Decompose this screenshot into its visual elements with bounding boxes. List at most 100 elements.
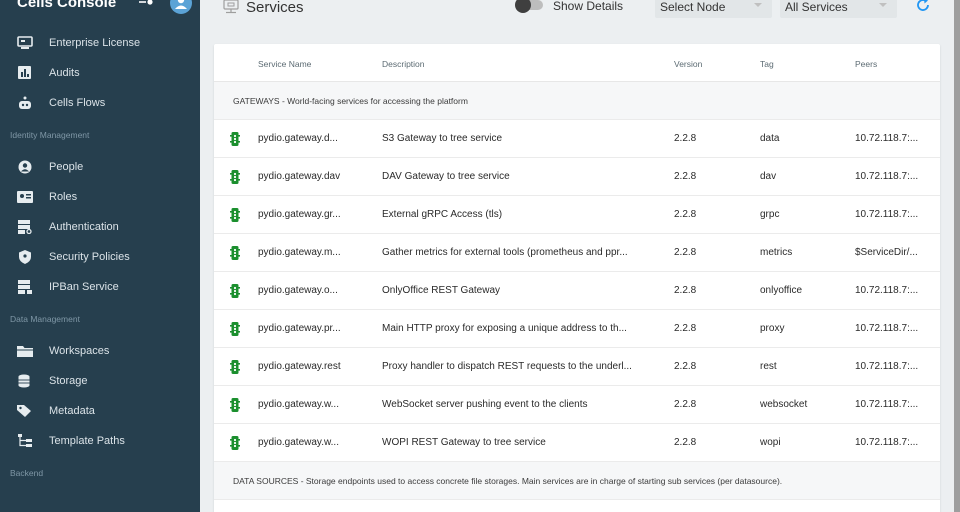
col-tag[interactable]: Tag xyxy=(760,59,774,69)
tag-icon xyxy=(17,405,31,417)
user-icon xyxy=(175,0,187,9)
cell-tag: onlyoffice xyxy=(760,285,803,296)
col-description[interactable]: Description xyxy=(382,59,425,69)
refresh-icon[interactable] xyxy=(915,0,931,13)
sidebar-item-label: IPBan Service xyxy=(49,281,119,293)
table-row[interactable]: pydio.gateway.pr... Main HTTP proxy for e… xyxy=(214,310,940,348)
cell-desc: WebSocket server pushing event to the cl… xyxy=(382,399,588,410)
sidebar-item-people[interactable]: People xyxy=(0,152,200,182)
sidebar-item-enterprise-license[interactable]: Enterprise License xyxy=(0,28,200,58)
sidebar-collapse-icon[interactable] xyxy=(138,0,154,7)
cell-version: 2.2.8 xyxy=(674,361,697,372)
sidebar-item-label: Roles xyxy=(49,191,78,203)
status-running-icon xyxy=(230,170,240,184)
col-version[interactable]: Version xyxy=(674,59,702,69)
license-icon xyxy=(17,36,33,49)
sidebar-item-label: Authentication xyxy=(49,221,119,233)
services-table: Service Name Description Version Tag Pee… xyxy=(214,44,940,512)
col-service-name[interactable]: Service Name xyxy=(258,59,311,69)
sidebar-item-label: Enterprise License xyxy=(49,37,141,49)
window-edge xyxy=(954,0,960,512)
cell-name: pydio.gateway.w... xyxy=(258,399,339,410)
cell-tag: dav xyxy=(760,171,777,182)
cell-version: 2.2.8 xyxy=(674,133,697,144)
sidebar: Cells Console Enterprise License Audits … xyxy=(0,0,200,512)
sidebar-item-template-paths[interactable]: Template Paths xyxy=(0,426,200,456)
sidebar-item-label: People xyxy=(49,161,84,173)
table-header: Service Name Description Version Tag Pee… xyxy=(214,44,940,82)
section-backend: Backend xyxy=(10,468,44,478)
table-row[interactable]: pydio.gateway.w... WebSocket server pushi… xyxy=(214,386,940,424)
file-tree-icon xyxy=(18,434,32,447)
services-filter-dropdown[interactable]: All Services xyxy=(780,0,897,18)
cell-tag: wopi xyxy=(760,437,781,448)
group-header-datasources: DATA SOURCES - Storage endpoints used to… xyxy=(214,462,940,500)
cell-peers: 10.72.118.7:... xyxy=(855,285,919,296)
app-title: Cells Console xyxy=(17,0,117,11)
page-title: Services xyxy=(246,0,304,16)
user-avatar[interactable] xyxy=(170,0,192,14)
sidebar-item-workspaces[interactable]: Workspaces xyxy=(0,336,200,366)
select-node-dropdown[interactable]: Select Node xyxy=(655,0,772,18)
cell-name: pydio.gateway.pr... xyxy=(258,323,341,334)
database-icon xyxy=(18,374,30,388)
table-row[interactable]: pydio.gateway.o... OnlyOffice REST Gatewa… xyxy=(214,272,940,310)
cell-name: pydio.gateway.d... xyxy=(258,133,338,144)
sidebar-item-label: Metadata xyxy=(49,405,95,417)
cell-peers: 10.72.118.7:... xyxy=(855,323,919,334)
section-identity-management: Identity Management xyxy=(10,130,90,140)
sidebar-item-label: Workspaces xyxy=(49,345,110,357)
section-data-management: Data Management xyxy=(10,314,80,324)
table-row[interactable]: pydio.gateway.d... S3 Gateway to tree ser… xyxy=(214,120,940,158)
brand-bar: Cells Console xyxy=(0,0,200,18)
cell-peers: 10.72.118.7:... xyxy=(855,399,919,410)
table-row[interactable]: pydio.gateway.gr... External gRPC Access … xyxy=(214,196,940,234)
sidebar-item-audits[interactable]: Audits xyxy=(0,58,200,88)
sidebar-item-ipban-service[interactable]: IPBan Service xyxy=(0,272,200,302)
table-row[interactable]: pydio.gateway.rest Proxy handler to dispa… xyxy=(214,348,940,386)
sidebar-item-label: Audits xyxy=(49,67,80,79)
cell-version: 2.2.8 xyxy=(674,323,697,334)
cell-peers: 10.72.118.7:... xyxy=(855,361,919,372)
group-header-gateways: GATEWAYS - World-facing services for acc… xyxy=(214,82,940,120)
cell-version: 2.2.8 xyxy=(674,171,697,182)
sidebar-item-cells-flows[interactable]: Cells Flows xyxy=(0,88,200,118)
sidebar-item-label: Storage xyxy=(49,375,88,387)
sidebar-item-label: Template Paths xyxy=(49,435,125,447)
cell-desc: WOPI REST Gateway to tree service xyxy=(382,437,546,448)
cell-tag: metrics xyxy=(760,247,793,258)
table-row[interactable]: pydio.gateway.w... WOPI REST Gateway to t… xyxy=(214,424,940,462)
chevron-down-icon xyxy=(754,3,762,7)
chevron-down-icon xyxy=(879,3,887,7)
cell-desc: External gRPC Access (tls) xyxy=(382,209,503,220)
chart-icon xyxy=(18,66,31,79)
cell-name: pydio.gateway.w... xyxy=(258,437,339,448)
cell-peers: $ServiceDir/... xyxy=(855,247,918,258)
cell-desc: Main HTTP proxy for exposing a unique ad… xyxy=(382,323,627,334)
status-running-icon xyxy=(230,398,240,412)
page-header: Services Show Details Select Node All Se… xyxy=(200,0,960,32)
cell-tag: grpc xyxy=(760,209,780,220)
status-running-icon xyxy=(230,322,240,336)
cell-peers: 10.72.118.7:... xyxy=(855,209,919,220)
cell-tag: rest xyxy=(760,361,777,372)
sidebar-item-label: Cells Flows xyxy=(49,97,106,109)
table-row[interactable]: pydio.gateway.dav DAV Gateway to tree ser… xyxy=(214,158,940,196)
show-details-toggle[interactable] xyxy=(515,0,545,13)
cell-version: 2.2.8 xyxy=(674,209,697,220)
select-node-value: Select Node xyxy=(660,0,726,14)
sidebar-nav: Enterprise License Audits Cells Flows Id… xyxy=(0,28,200,490)
sidebar-item-authentication[interactable]: Authentication xyxy=(0,212,200,242)
table-row[interactable]: pydio.gateway.m... Gather metrics for ext… xyxy=(214,234,940,272)
cell-desc: Proxy handler to dispatch REST requests … xyxy=(382,361,632,372)
status-running-icon xyxy=(230,360,240,374)
cell-tag: proxy xyxy=(760,323,785,334)
cell-peers: 10.72.118.7:... xyxy=(855,171,919,182)
sidebar-item-storage[interactable]: Storage xyxy=(0,366,200,396)
sidebar-item-security-policies[interactable]: Security Policies xyxy=(0,242,200,272)
table-body: pydio.gateway.d... S3 Gateway to tree ser… xyxy=(214,120,940,462)
sidebar-item-metadata[interactable]: Metadata xyxy=(0,396,200,426)
folder-icon xyxy=(17,346,33,357)
col-peers[interactable]: Peers xyxy=(855,59,877,69)
sidebar-item-roles[interactable]: Roles xyxy=(0,182,200,212)
